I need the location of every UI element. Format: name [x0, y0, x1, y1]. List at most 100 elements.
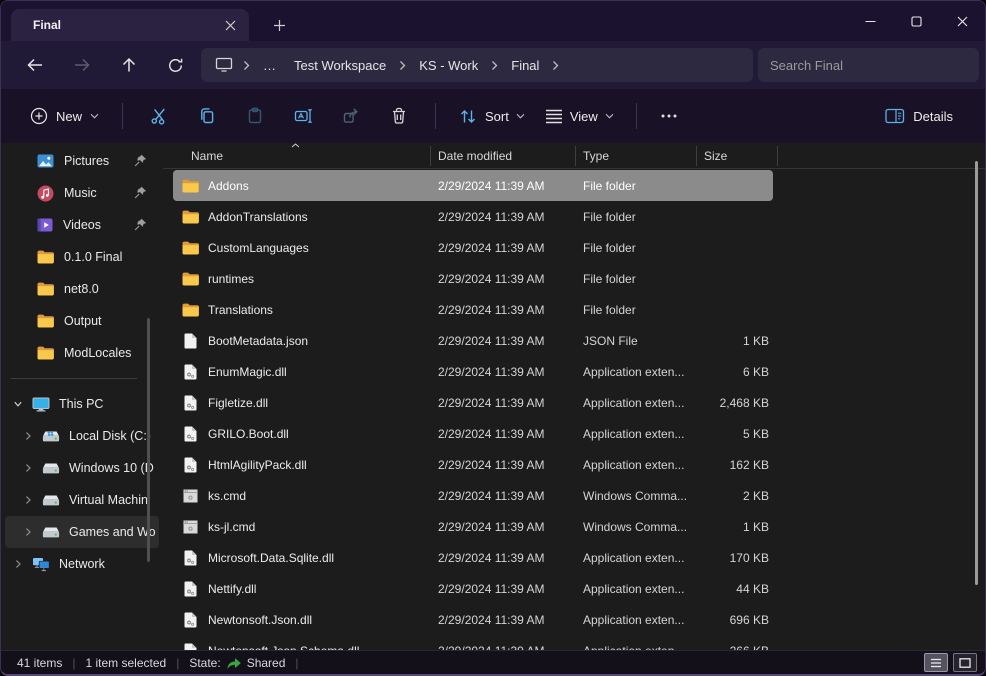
- file-name: Addons: [208, 179, 249, 193]
- rename-button[interactable]: [279, 97, 327, 135]
- file-name: HtmlAgilityPack.dll: [208, 458, 307, 472]
- breadcrumb-item-test-workspace[interactable]: Test Workspace: [287, 54, 393, 77]
- sidebar-item-network[interactable]: Network: [5, 548, 159, 580]
- sidebar-item-games-and-wo[interactable]: Games and Wo: [5, 516, 159, 548]
- details-view-toggle[interactable]: [924, 653, 948, 672]
- file-row-newtonsoft-json-dll[interactable]: Newtonsoft.Json.dll 2/29/2024 11:39 AM A…: [173, 604, 773, 635]
- sort-button[interactable]: Sort: [448, 99, 535, 134]
- breadcrumb-item-final[interactable]: Final: [504, 54, 546, 77]
- folder-icon: [181, 270, 199, 287]
- cmd-icon: [181, 518, 199, 535]
- file-list-scrollbar[interactable]: [975, 161, 978, 585]
- sidebar-item-0-1-0-final[interactable]: 0.1.0 Final: [5, 241, 159, 273]
- file-row-htmlagilitypack-dll[interactable]: HtmlAgilityPack.dll 2/29/2024 11:39 AM A…: [173, 449, 773, 480]
- drive-icon: [42, 526, 60, 539]
- tab-close-icon[interactable]: [217, 13, 243, 37]
- file-row-newtonsoft-json-schema-dll[interactable]: Newtonsoft.Json.Schema.dll 2/29/2024 11:…: [173, 635, 773, 650]
- sidebar-item-output[interactable]: Output: [5, 305, 159, 337]
- pin-icon: [134, 154, 147, 167]
- chevron-right-icon[interactable]: [23, 495, 33, 505]
- sidebar-item-local-disk-c[interactable]: Local Disk (C:): [5, 420, 159, 452]
- sidebar-item-net8-0[interactable]: net8.0: [5, 273, 159, 305]
- up-button[interactable]: [105, 47, 152, 83]
- file-row-addons[interactable]: Addons 2/29/2024 11:39 AM File folder: [173, 170, 773, 201]
- sidebar-item-modlocales[interactable]: ModLocales: [5, 337, 159, 369]
- file-row-enummagic-dll[interactable]: EnumMagic.dll 2/29/2024 11:39 AM Applica…: [173, 356, 773, 387]
- sidebar-item-label: Output: [64, 314, 102, 328]
- address-bar[interactable]: … Test Workspace KS - Work Final: [201, 48, 753, 82]
- file-row-addontranslations[interactable]: AddonTranslations 2/29/2024 11:39 AM Fil…: [173, 201, 773, 232]
- chevron-down-icon[interactable]: [13, 399, 23, 409]
- file-type: Application exten...: [576, 644, 697, 651]
- sidebar-scrollbar[interactable]: [147, 318, 150, 562]
- back-button[interactable]: [11, 47, 58, 83]
- pictures-icon: [37, 154, 54, 168]
- refresh-button[interactable]: [152, 47, 199, 83]
- file-row-ks-cmd[interactable]: ks.cmd 2/29/2024 11:39 AM Windows Comma.…: [173, 480, 773, 511]
- paste-button[interactable]: [231, 97, 279, 135]
- search-input[interactable]: [758, 48, 979, 82]
- status-separator: |: [72, 656, 75, 670]
- this-pc-icon[interactable]: [213, 57, 237, 73]
- folder-icon: [181, 208, 199, 225]
- titlebar: Final: [1, 1, 985, 41]
- file-name: ks-jl.cmd: [208, 520, 255, 534]
- dll-icon: [181, 580, 199, 597]
- column-header-name[interactable]: Name: [163, 146, 431, 166]
- details-pane-button[interactable]: Details: [875, 100, 963, 132]
- sidebar-item-pictures[interactable]: Pictures: [5, 145, 159, 177]
- sidebar-item-label: ModLocales: [64, 346, 131, 360]
- file-row-microsoft-data-sqlite-dll[interactable]: Microsoft.Data.Sqlite.dll 2/29/2024 11:3…: [173, 542, 773, 573]
- sidebar-item-label: Virtual Machin: [69, 493, 148, 507]
- sidebar-item-virtual-machin[interactable]: Virtual Machin: [5, 484, 159, 516]
- tab-final[interactable]: Final: [11, 9, 249, 41]
- copy-button[interactable]: [183, 97, 231, 135]
- music-icon: [37, 185, 54, 202]
- maximize-button[interactable]: [893, 1, 939, 41]
- share-button[interactable]: [327, 97, 375, 135]
- chevron-right-icon[interactable]: [23, 463, 33, 473]
- file-date-modified: 2/29/2024 11:39 AM: [431, 303, 576, 317]
- minimize-button[interactable]: [847, 1, 893, 41]
- more-options-button[interactable]: [649, 97, 689, 135]
- column-header-type[interactable]: Type: [576, 146, 697, 166]
- chevron-right-icon[interactable]: [23, 431, 33, 441]
- chevron-right-icon[interactable]: [23, 527, 33, 537]
- chevron-right-icon[interactable]: [13, 559, 23, 569]
- file-row-ks-jl-cmd[interactable]: ks-jl.cmd 2/29/2024 11:39 AM Windows Com…: [173, 511, 773, 542]
- item-count: 41 items: [17, 656, 62, 670]
- file-row-figletize-dll[interactable]: Figletize.dll 2/29/2024 11:39 AM Applica…: [173, 387, 773, 418]
- breadcrumb-item-ks-work[interactable]: KS - Work: [412, 54, 485, 77]
- forward-button[interactable]: [58, 47, 105, 83]
- new-tab-button[interactable]: [263, 9, 295, 41]
- file-row-nettify-dll[interactable]: Nettify.dll 2/29/2024 11:39 AM Applicati…: [173, 573, 773, 604]
- column-header-date[interactable]: Date modified: [431, 146, 576, 166]
- file-type: JSON File: [576, 334, 697, 348]
- sidebar-item-videos[interactable]: Videos: [5, 209, 159, 241]
- cut-button[interactable]: [135, 97, 183, 135]
- file-row-bootmetadata-json[interactable]: BootMetadata.json 2/29/2024 11:39 AM JSO…: [173, 325, 773, 356]
- file-row-runtimes[interactable]: runtimes 2/29/2024 11:39 AM File folder: [173, 263, 773, 294]
- sidebar-item-music[interactable]: Music: [5, 177, 159, 209]
- column-header-size[interactable]: Size: [697, 146, 778, 166]
- sidebar-item-this-pc[interactable]: This PC: [5, 388, 159, 420]
- breadcrumb-overflow-button[interactable]: …: [256, 54, 283, 77]
- folder-icon: [37, 346, 54, 360]
- sidebar-item-windows-10-d[interactable]: Windows 10 (D: [5, 452, 159, 484]
- close-button[interactable]: [939, 1, 985, 41]
- file-type: File folder: [576, 272, 697, 286]
- file-row-grilo-boot-dll[interactable]: GRILO.Boot.dll 2/29/2024 11:39 AM Applic…: [173, 418, 773, 449]
- file-list-pane: Name Date modified Type Size Addons 2/29…: [163, 143, 985, 650]
- file-row-customlanguages[interactable]: CustomLanguages 2/29/2024 11:39 AM File …: [173, 232, 773, 263]
- file-size: 2 KB: [697, 489, 773, 503]
- file-row-translations[interactable]: Translations 2/29/2024 11:39 AM File fol…: [173, 294, 773, 325]
- window-controls: [847, 1, 985, 41]
- new-button[interactable]: New: [19, 99, 110, 133]
- file-date-modified: 2/29/2024 11:39 AM: [431, 551, 576, 565]
- view-button[interactable]: View: [535, 101, 624, 132]
- pin-icon: [134, 218, 147, 231]
- delete-button[interactable]: [375, 97, 423, 135]
- icons-view-toggle[interactable]: [953, 653, 977, 672]
- file-date-modified: 2/29/2024 11:39 AM: [431, 396, 576, 410]
- cmd-icon: [181, 487, 199, 504]
